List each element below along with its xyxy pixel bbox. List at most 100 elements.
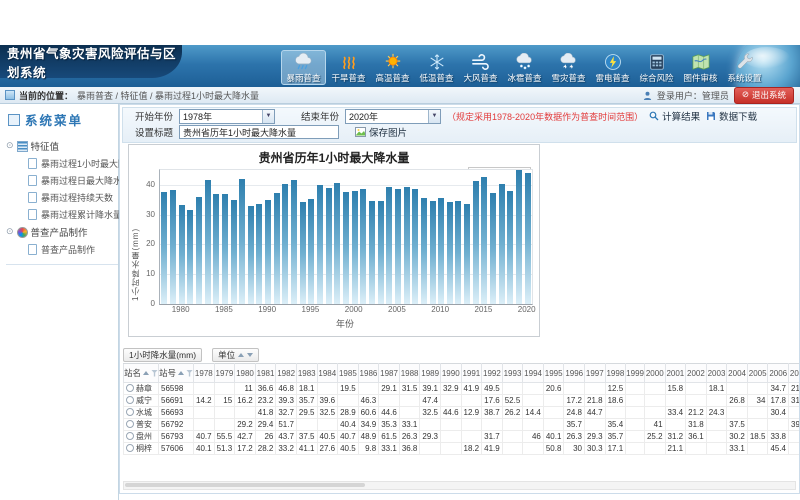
scrollbar-thumb[interactable] [125, 483, 365, 487]
nav-item-雷电普查[interactable]: 雷电普查 [591, 50, 634, 85]
col-header-1992[interactable]: 1992 [482, 364, 503, 383]
end-year-select[interactable]: 2020年 ▼ [345, 109, 441, 124]
nav-item-系统设置[interactable]: 系统设置 [723, 50, 766, 85]
value-cell [686, 383, 707, 395]
col-header-1988[interactable]: 1988 [399, 364, 420, 383]
value-cell [482, 419, 503, 431]
row-radio[interactable] [126, 420, 134, 428]
col-header-1980[interactable]: 1980 [235, 364, 256, 383]
nav-item-低温普查[interactable]: 低温普查 [415, 50, 458, 85]
col-header-1983[interactable]: 1983 [296, 364, 317, 383]
tree-item-暴雨过程1小时最大降水量[interactable]: 暴雨过程1小时最大降水量 [6, 155, 118, 172]
value-cell [338, 395, 359, 407]
col-header-1987[interactable]: 1987 [379, 364, 400, 383]
col-header-station-name[interactable]: 站名 [124, 364, 159, 383]
col-header-1997[interactable]: 1997 [585, 364, 606, 383]
value-cell [789, 431, 799, 443]
row-radio[interactable] [126, 396, 134, 404]
col-header-2004[interactable]: 2004 [727, 364, 748, 383]
nav-item-图件审核[interactable]: 图件审核 [679, 50, 722, 85]
col-header-1991[interactable]: 1991 [461, 364, 482, 383]
col-header-1981[interactable]: 1981 [255, 364, 276, 383]
data-download-link[interactable]: 数据下载 [706, 109, 757, 123]
col-header-2007[interactable]: 2007 [789, 364, 799, 383]
unit-field-chip[interactable]: 单位 [212, 348, 259, 362]
nav-item-综合风险[interactable]: 综合风险 [635, 50, 678, 85]
filter-funnel-icon[interactable] [151, 370, 158, 377]
breadcrumb-path[interactable]: 暴雨普查 / 特征值 / 暴雨过程1小时最大降水量 [77, 89, 259, 102]
col-header-1994[interactable]: 1994 [523, 364, 544, 383]
bar-2001 [360, 189, 366, 304]
station-name-cell: 赫章 [124, 383, 159, 395]
value-cell: 21.9 [789, 383, 799, 395]
chart-title-input[interactable] [179, 125, 339, 139]
table-row-威宁: 威宁5669114.21516.223.239.335.739.646.347.… [124, 395, 800, 407]
calc-result-link[interactable]: 计算结果 [649, 109, 700, 123]
tree-item-暴雨过程累计降水量[interactable]: 暴雨过程累计降水量 [6, 206, 118, 223]
start-year-select[interactable]: 1978年 ▼ [179, 109, 275, 124]
col-header-1998[interactable]: 1998 [605, 364, 626, 383]
tree-item-普查产品制作[interactable]: 普查产品制作 [6, 241, 118, 258]
nav-item-暴雨普查[interactable]: 暴雨普查 [281, 50, 326, 85]
value-field-chip[interactable]: 1小时降水量(mm) [123, 348, 202, 362]
value-cell: 26.2 [502, 407, 523, 419]
document-icon [28, 158, 37, 169]
tree-expander-icon[interactable]: ⊙ [6, 141, 14, 151]
value-cell: 12.5 [605, 383, 626, 395]
row-radio[interactable] [126, 444, 134, 452]
col-header-1995[interactable]: 1995 [543, 364, 564, 383]
x-tick-label: 1985 [215, 305, 233, 314]
value-cell: 18.1 [706, 383, 727, 395]
col-header-2001[interactable]: 2001 [665, 364, 686, 383]
value-cell: 39.1 [420, 383, 441, 395]
nav-item-高温普查[interactable]: 高温普查 [371, 50, 414, 85]
value-cell [214, 407, 235, 419]
station-id-cell: 57606 [159, 443, 194, 455]
col-header-1984[interactable]: 1984 [317, 364, 338, 383]
col-header-1985[interactable]: 1985 [338, 364, 359, 383]
tree-item-暴雨过程持续天数[interactable]: 暴雨过程持续天数 [6, 189, 118, 206]
col-header-2006[interactable]: 2006 [768, 364, 789, 383]
filter-funnel-icon[interactable] [186, 370, 193, 377]
nav-item-雪灾普查[interactable]: 雪灾普查 [547, 50, 590, 85]
bar-2012 [455, 201, 461, 304]
lightning-icon [602, 52, 624, 71]
bar-1990 [265, 200, 271, 304]
nav-item-大风普查[interactable]: 大风普查 [459, 50, 502, 85]
col-header-1989[interactable]: 1989 [420, 364, 441, 383]
value-cell: 42.7 [235, 431, 256, 443]
value-cell [523, 395, 544, 407]
x-tick-label: 1995 [301, 305, 319, 314]
row-radio[interactable] [126, 408, 134, 416]
col-header-station-id[interactable]: 站号 [159, 364, 194, 383]
col-header-2003[interactable]: 2003 [706, 364, 727, 383]
row-radio[interactable] [126, 432, 134, 440]
tree-item-label: 暴雨过程累计降水量 [41, 208, 122, 221]
save-image-link[interactable]: 保存图片 [355, 125, 407, 139]
col-header-1993[interactable]: 1993 [502, 364, 523, 383]
col-header-1990[interactable]: 1990 [440, 364, 461, 383]
col-header-1979[interactable]: 1979 [214, 364, 235, 383]
tree-expander-icon[interactable]: ⊙ [6, 227, 14, 237]
tree-group-特征值[interactable]: ⊙特征值 [6, 137, 118, 155]
tree-item-暴雨过程日最大降水量[interactable]: 暴雨过程日最大降水量 [6, 172, 118, 189]
bar-2011 [447, 202, 453, 304]
col-header-1978[interactable]: 1978 [194, 364, 215, 383]
horizontal-scrollbar[interactable] [123, 481, 796, 490]
col-header-2002[interactable]: 2002 [686, 364, 707, 383]
value-cell: 27.6 [317, 443, 338, 455]
col-header-2000[interactable]: 2000 [644, 364, 665, 383]
tree-group-普查产品制作[interactable]: ⊙普查产品制作 [6, 223, 118, 241]
bar-1996 [317, 185, 323, 304]
col-header-1982[interactable]: 1982 [276, 364, 297, 383]
value-cell [502, 431, 523, 443]
col-header-1986[interactable]: 1986 [358, 364, 379, 383]
nav-item-冰雹普查[interactable]: 冰雹普查 [503, 50, 546, 85]
nav-item-干旱普查[interactable]: 干旱普查 [327, 50, 370, 85]
col-header-1999[interactable]: 1999 [626, 364, 645, 383]
col-header-1996[interactable]: 1996 [564, 364, 585, 383]
logout-button[interactable]: ⊘ 退出系统 [734, 87, 794, 104]
table-row-赫章: 赫章565981136.646.818.119.529.131.539.132.… [124, 383, 800, 395]
col-header-2005[interactable]: 2005 [747, 364, 768, 383]
row-radio[interactable] [126, 384, 134, 392]
